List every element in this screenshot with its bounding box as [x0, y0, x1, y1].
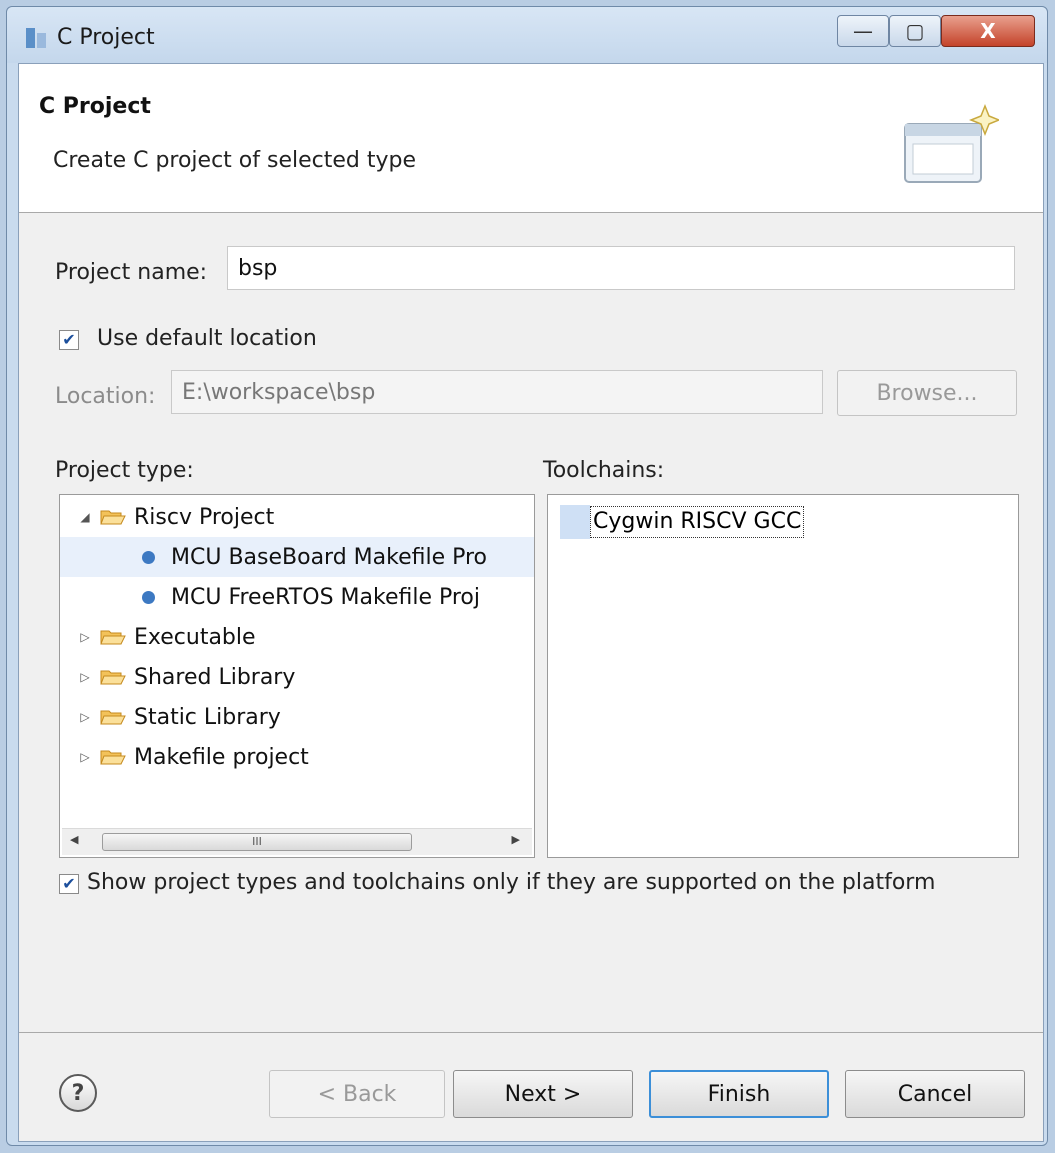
help-button[interactable]: ?: [59, 1074, 97, 1112]
scroll-left-arrow-icon[interactable]: ◀: [70, 833, 78, 846]
show-supported-label: Show project types and toolchains only i…: [87, 870, 936, 895]
c-project-window: C Project — ▢ X C Project Create C proje…: [6, 6, 1048, 1146]
maximize-button[interactable]: ▢: [889, 15, 941, 47]
toolchain-item-cygwin[interactable]: Cygwin RISCV GCC: [560, 505, 805, 539]
tree-item-label: Shared Library: [134, 664, 296, 690]
app-icon: [26, 28, 46, 48]
location-label: Location:: [55, 384, 156, 409]
toolchains-list[interactable]: Cygwin RISCV GCC: [547, 494, 1019, 858]
close-button[interactable]: X: [941, 15, 1035, 47]
finish-button[interactable]: Finish: [649, 1070, 829, 1118]
collapsed-triangle-icon[interactable]: ▷: [74, 750, 96, 764]
tree-item-mcu-freertos[interactable]: MCU FreeRTOS Makefile Proj: [60, 577, 534, 617]
project-type-bullet-icon: [142, 590, 155, 604]
toolchains-label: Toolchains:: [543, 458, 665, 483]
checkmark-icon: ✔: [62, 874, 76, 893]
tree-item-label: Riscv Project: [134, 504, 275, 530]
scroll-right-arrow-icon[interactable]: ▶: [512, 833, 520, 846]
tree-item-label: Executable: [134, 624, 256, 650]
wizard-banner: C Project Create C project of selected t…: [19, 64, 1043, 213]
show-supported-checkbox[interactable]: ✔: [59, 874, 79, 894]
selection-highlight: [560, 505, 590, 539]
cancel-label: Cancel: [897, 1081, 973, 1107]
dialog-client-area: C Project Create C project of selected t…: [18, 63, 1044, 1142]
tree-item-label: Makefile project: [134, 744, 309, 770]
next-label: Next >: [504, 1081, 582, 1107]
minimize-icon: —: [853, 19, 873, 43]
cancel-button[interactable]: Cancel: [845, 1070, 1025, 1118]
expanded-triangle-icon[interactable]: ◢: [74, 510, 96, 524]
project-name-input[interactable]: [227, 246, 1015, 290]
tree-item-makefile-project[interactable]: ▷ Makefile project: [60, 737, 534, 777]
checkmark-icon: ✔: [62, 330, 76, 349]
footer-separator: [19, 1032, 1043, 1033]
toolchain-item-label: Cygwin RISCV GCC: [590, 506, 805, 538]
finish-label: Finish: [707, 1081, 771, 1107]
help-icon: ?: [71, 1080, 85, 1106]
close-icon: X: [980, 19, 996, 43]
location-input[interactable]: [171, 370, 823, 414]
title-bar[interactable]: C Project — ▢ X: [7, 7, 1047, 63]
collapsed-triangle-icon[interactable]: ▷: [74, 710, 96, 724]
back-button[interactable]: < Back: [269, 1070, 445, 1118]
tree-item-mcu-baseboard[interactable]: MCU BaseBoard Makefile Pro: [60, 537, 534, 577]
tree-item-label: Static Library: [134, 704, 281, 730]
scroll-grip-icon: III: [252, 835, 262, 848]
tree-item-executable[interactable]: ▷ Executable: [60, 617, 534, 657]
banner-description: Create C project of selected type: [53, 148, 416, 173]
horizontal-scrollbar[interactable]: ◀ III ▶: [62, 828, 532, 855]
project-type-bullet-icon: [142, 550, 155, 564]
scrollbar-thumb[interactable]: III: [102, 833, 412, 851]
tree-item-shared-library[interactable]: ▷ Shared Library: [60, 657, 534, 697]
window-title: C Project: [57, 25, 155, 50]
new-window-wizard-icon: [904, 103, 999, 183]
collapsed-triangle-icon[interactable]: ▷: [74, 670, 96, 684]
browse-button[interactable]: Browse...: [837, 370, 1017, 416]
use-default-location-checkbox[interactable]: ✔: [59, 330, 79, 350]
folder-icon: [100, 630, 126, 645]
folder-icon: [100, 670, 126, 685]
project-type-label: Project type:: [55, 458, 194, 483]
project-type-tree[interactable]: ◢ Riscv Project MCU BaseBoard Makefile P…: [59, 494, 535, 858]
banner-title: C Project: [39, 94, 151, 119]
next-button[interactable]: Next >: [453, 1070, 633, 1118]
tree-item-label: MCU BaseBoard Makefile Pro: [171, 544, 488, 570]
tree-item-static-library[interactable]: ▷ Static Library: [60, 697, 534, 737]
project-name-label: Project name:: [55, 260, 208, 285]
minimize-button[interactable]: —: [837, 15, 889, 47]
tree-item-label: MCU FreeRTOS Makefile Proj: [171, 584, 480, 610]
back-label: < Back: [317, 1081, 397, 1107]
collapsed-triangle-icon[interactable]: ▷: [74, 630, 96, 644]
folder-icon: [100, 710, 126, 725]
browse-label: Browse...: [876, 380, 978, 406]
folder-open-icon: [100, 510, 126, 525]
folder-icon: [100, 750, 126, 765]
use-default-location-label: Use default location: [97, 326, 317, 351]
maximize-icon: ▢: [905, 19, 925, 43]
tree-item-riscv-project[interactable]: ◢ Riscv Project: [60, 497, 534, 537]
